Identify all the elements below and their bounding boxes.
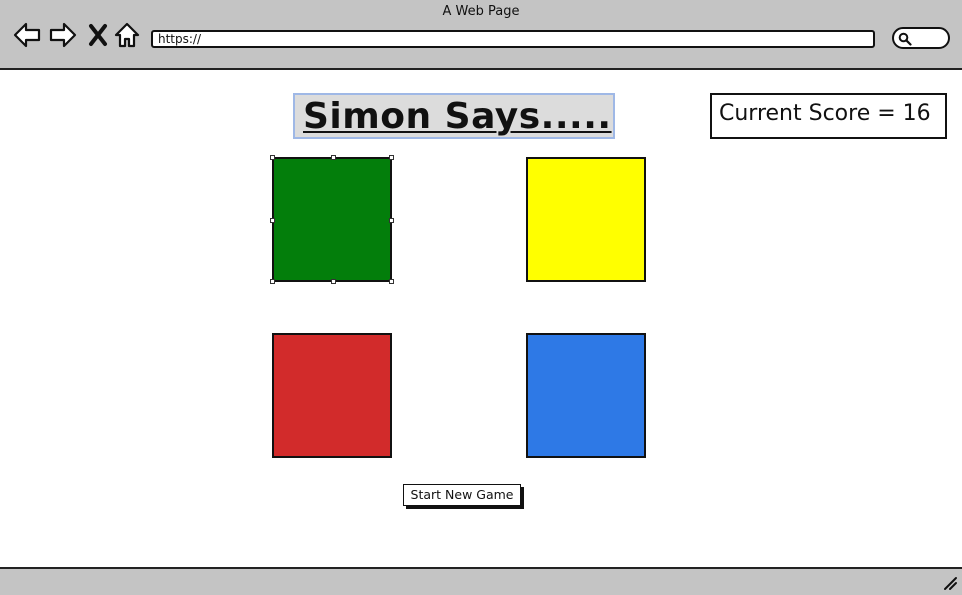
selection-handle[interactable]: [389, 279, 394, 284]
current-score: Current Score = 16: [719, 101, 931, 126]
browser-status-bar: [0, 567, 962, 595]
selection-handle[interactable]: [270, 218, 275, 223]
start-new-game-button[interactable]: Start New Game: [403, 484, 521, 506]
yellow-pad[interactable]: [526, 157, 646, 282]
selection-handle[interactable]: [389, 155, 394, 160]
green-pad[interactable]: [270, 155, 394, 284]
selection-handle[interactable]: [331, 279, 336, 284]
selection-handle[interactable]: [270, 155, 275, 160]
back-arrow-icon[interactable]: [12, 20, 42, 50]
page-title-box: Simon Says.....: [293, 93, 615, 139]
red-pad[interactable]: [272, 333, 392, 458]
selection-handle[interactable]: [331, 155, 336, 160]
address-bar[interactable]: https://: [151, 30, 875, 48]
selection-handle[interactable]: [270, 279, 275, 284]
score-box: Current Score = 16: [710, 93, 947, 139]
forward-arrow-icon[interactable]: [48, 20, 78, 50]
close-icon[interactable]: [84, 20, 114, 50]
search-field[interactable]: [892, 27, 950, 49]
search-icon: [898, 32, 912, 46]
browser-toolbar: A Web Page https://: [0, 0, 962, 70]
home-icon[interactable]: [112, 20, 142, 50]
blue-pad[interactable]: [526, 333, 646, 458]
url-text: https://: [158, 32, 202, 46]
page-title: Simon Says.....: [303, 96, 612, 137]
window-title: A Web Page: [442, 4, 520, 19]
selection-handle[interactable]: [389, 218, 394, 223]
resize-grip-icon[interactable]: [942, 575, 958, 591]
